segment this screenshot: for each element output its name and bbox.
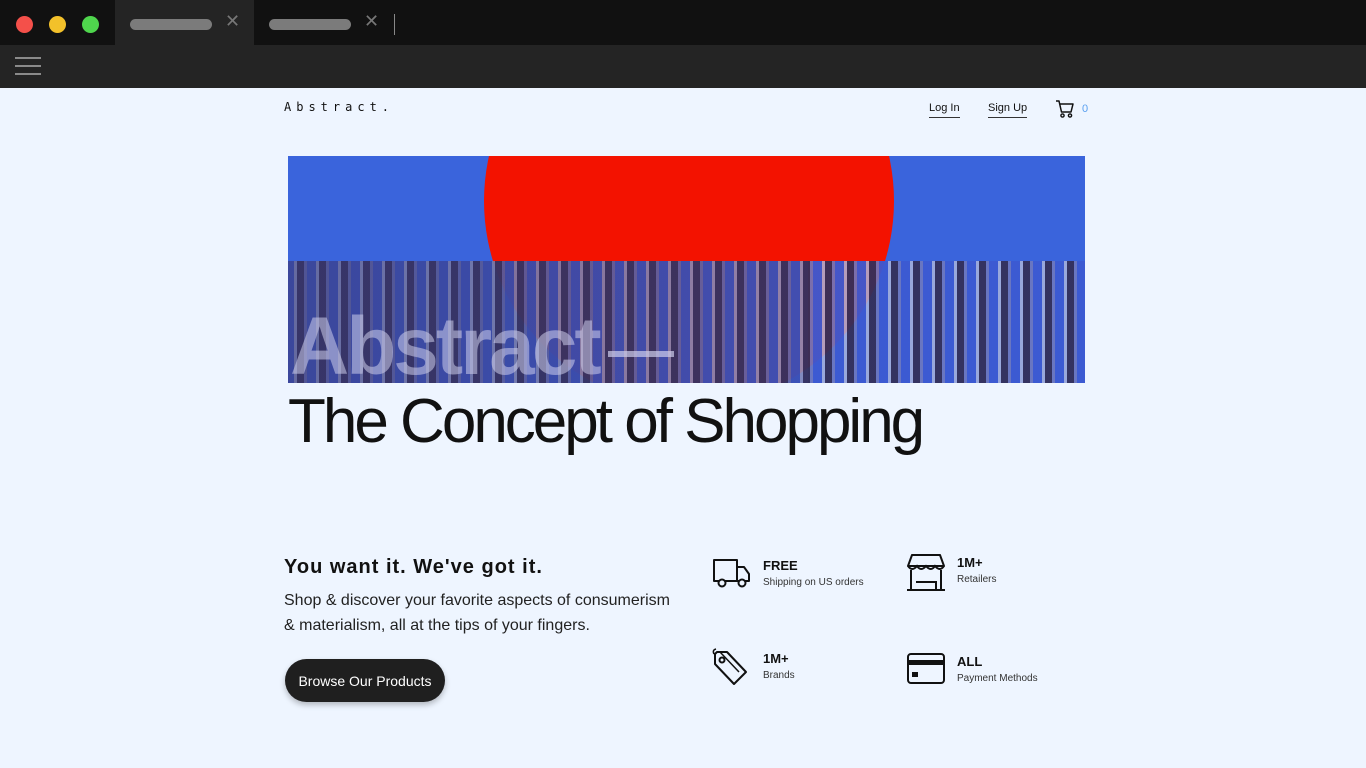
feature-payment-methods: ALL Payment Methods [906,651,1086,696]
hero-overlay-text: Abstract [290,301,602,384]
close-tab-icon[interactable]: ✕ [364,13,379,31]
feature-retailers: 1M+ Retailers [906,552,1086,597]
hamburger-menu-icon[interactable] [15,57,41,75]
hero-dash [608,351,674,357]
cart-count-badge: 0 [1082,103,1089,115]
feature-title: ALL [957,654,983,669]
tab-divider [394,14,395,35]
site-logo[interactable]: Abstract. [284,100,394,114]
close-window-button[interactable] [16,16,33,33]
intro-description: Shop & discover your favorite aspects of… [284,592,670,634]
feature-subtitle: Retailers [957,574,997,585]
maximize-window-button[interactable] [82,16,99,33]
browser-toolbar [0,45,1366,88]
minimize-window-button[interactable] [49,16,66,33]
feature-title: FREE [763,558,798,573]
tab-title-placeholder [269,19,351,30]
feature-subtitle: Shipping on US orders [763,577,864,588]
feature-brands: 1M+ Brands [712,648,892,693]
feature-title: 1M+ [763,651,789,666]
feature-subtitle: Brands [763,670,795,681]
login-link[interactable]: Log In [929,102,960,118]
browse-products-button[interactable]: Browse Our Products [285,659,445,702]
browser-titlebar: ✕ ✕ [0,0,1366,45]
truck-icon [713,559,750,588]
browser-tab-active[interactable]: ✕ [115,0,254,45]
store-icon [907,554,945,591]
page-content: Abstract. Log In Sign Up 0 Abstract The … [0,88,1366,768]
credit-card-icon [907,653,945,684]
browser-tab[interactable]: ✕ [254,0,394,45]
hero-banner: Abstract [288,156,1085,383]
page-title: The Concept of Shopping [288,387,925,456]
tag-icon [712,648,747,685]
feature-free-shipping: FREE Shipping on US orders [712,555,892,600]
feature-subtitle: Payment Methods [957,673,1038,684]
feature-title: 1M+ [957,555,983,570]
signup-link[interactable]: Sign Up [988,102,1028,118]
tab-title-placeholder [130,19,212,30]
close-tab-icon[interactable]: ✕ [225,13,240,31]
cart-icon[interactable] [1055,99,1075,119]
tagline: You want it. We've got it. [284,556,543,578]
